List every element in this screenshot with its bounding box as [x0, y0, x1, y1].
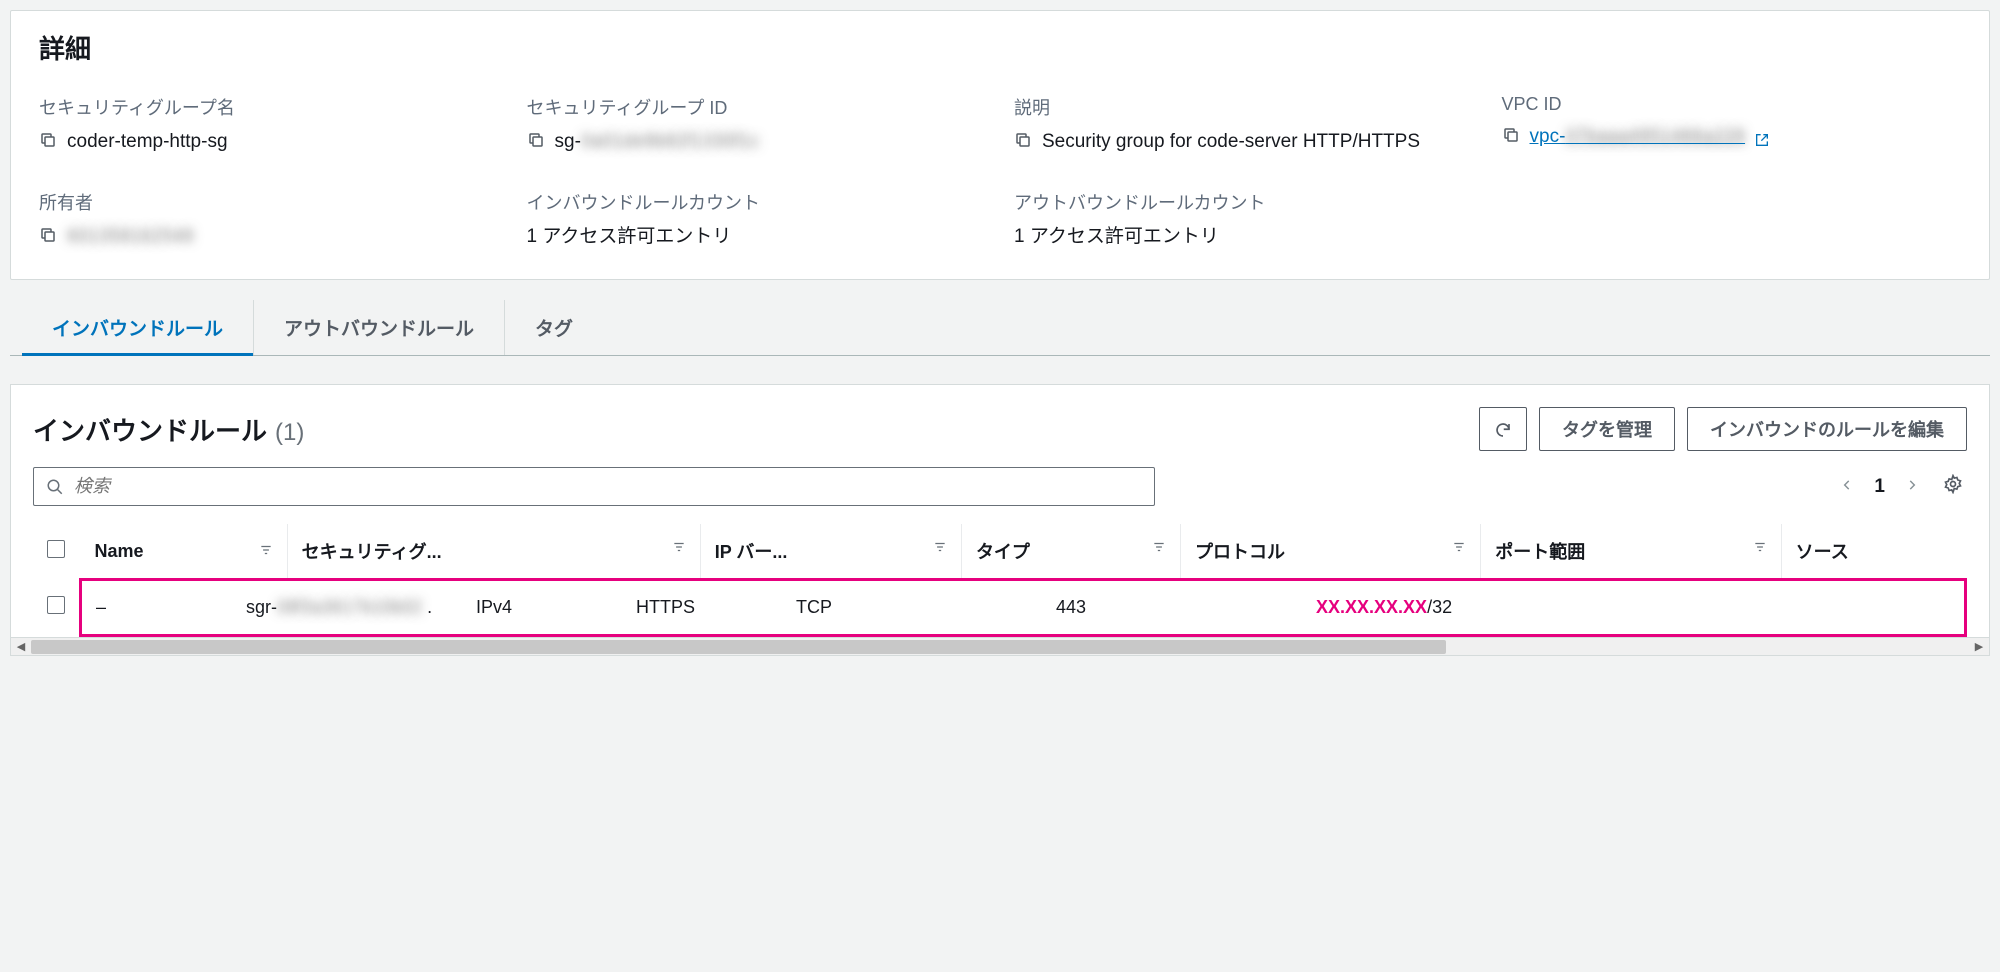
row-checkbox[interactable] — [47, 596, 65, 614]
pagination: 1 — [1836, 470, 1967, 503]
field-owner: 所有者 601358162548 — [39, 189, 499, 252]
scroll-track[interactable] — [31, 638, 1969, 656]
details-header: 詳細 — [11, 11, 1989, 76]
prev-page-button[interactable] — [1836, 472, 1858, 501]
col-ip-version[interactable]: IP バー... — [700, 524, 961, 580]
details-title: 詳細 — [39, 29, 1961, 66]
col-checkbox — [33, 524, 81, 580]
rules-header: インバウンドルール (1) タグを管理 インバウンドのルールを編集 — [33, 407, 1967, 451]
field-inbound-count: インバウンドルールカウント 1 アクセス許可エントリ — [527, 189, 987, 252]
settings-button[interactable] — [1939, 470, 1967, 503]
vpc-link[interactable]: vpc-07baaa4951466a228 — [1530, 126, 1746, 147]
details-body: セキュリティグループ名 coder-temp-http-sg セキュリティグルー… — [11, 76, 1989, 279]
sort-icon — [1753, 538, 1767, 559]
page-number: 1 — [1874, 476, 1885, 498]
sg-id-value: sg-0a01de9b82f1330f1c — [555, 128, 760, 157]
scroll-right-arrow[interactable]: ▶ — [1969, 640, 1989, 653]
cell-name: – — [82, 581, 232, 634]
chevron-right-icon — [1905, 478, 1919, 492]
col-sg-rule[interactable]: セキュリティグ... — [287, 524, 700, 580]
cell-sg-rule: sgr-08f3a3617b10b02 . — [232, 581, 462, 634]
copy-icon[interactable] — [39, 131, 57, 149]
rules-table: Name セキュリティグ... IP バー... タイプ プロトコル ポート範囲… — [33, 524, 1967, 637]
tab-tags[interactable]: タグ — [505, 300, 603, 355]
copy-icon[interactable] — [1014, 131, 1032, 149]
field-sg-id: セキュリティグループ ID sg-0a01de9b82f1330f1c — [527, 94, 987, 157]
inbound-rules-section: インバウンドルール (1) タグを管理 インバウンドのルールを編集 1 — [10, 384, 1990, 656]
sg-id-label: セキュリティグループ ID — [527, 94, 987, 120]
inbound-count-label: インバウンドルールカウント — [527, 189, 987, 215]
select-all-checkbox[interactable] — [47, 540, 65, 558]
cell-ip-version: IPv4 — [462, 581, 622, 634]
tab-outbound-rules[interactable]: アウトバウンドルール — [254, 300, 505, 355]
details-panel: 詳細 セキュリティグループ名 coder-temp-http-sg セキュリティ… — [10, 10, 1990, 280]
cell-protocol: TCP — [782, 581, 1042, 634]
field-vpc-id: VPC ID vpc-07baaa4951466a228 — [1502, 94, 1962, 157]
rules-table-wrap: Name セキュリティグ... IP バー... タイプ プロトコル ポート範囲… — [33, 524, 1967, 637]
rules-actions: タグを管理 インバウンドのルールを編集 — [1479, 407, 1967, 451]
rules-toolbar: 1 — [33, 467, 1967, 506]
field-outbound-count: アウトバウンドルールカウント 1 アクセス許可エントリ — [1014, 189, 1474, 252]
sort-icon — [1452, 538, 1466, 559]
desc-value: Security group for code-server HTTP/HTTP… — [1042, 128, 1420, 157]
field-description: 説明 Security group for code-server HTTP/H… — [1014, 94, 1474, 157]
col-protocol[interactable]: プロトコル — [1180, 524, 1480, 580]
manage-tags-button[interactable]: タグを管理 — [1539, 407, 1675, 451]
scroll-thumb[interactable] — [31, 640, 1446, 654]
rules-title: インバウンドルール — [33, 411, 267, 448]
copy-icon[interactable] — [39, 226, 57, 244]
external-link-icon — [1754, 129, 1770, 145]
refresh-button[interactable] — [1479, 407, 1527, 451]
search-input[interactable] — [74, 476, 1142, 497]
table-row[interactable]: – sgr-08f3a3617b10b02 . IPv4 HTTPS TCP 4… — [33, 580, 1966, 636]
sort-icon — [259, 541, 273, 562]
outbound-count-value: 1 アクセス許可エントリ — [1014, 223, 1219, 252]
search-icon — [46, 478, 64, 496]
col-source[interactable]: ソース — [1781, 524, 1965, 580]
owner-value: 601358162548 — [67, 223, 194, 252]
search-box[interactable] — [33, 467, 1155, 506]
cell-type: HTTPS — [622, 581, 782, 634]
rules-title-wrap: インバウンドルール (1) — [33, 411, 304, 448]
sg-name-value: coder-temp-http-sg — [67, 128, 228, 157]
vpc-id-value[interactable]: vpc-07baaa4951466a228 — [1530, 123, 1771, 152]
inbound-count-value: 1 アクセス許可エントリ — [527, 223, 732, 252]
desc-label: 説明 — [1014, 94, 1474, 120]
sg-name-label: セキュリティグループ名 — [39, 94, 499, 120]
copy-icon[interactable] — [1502, 126, 1520, 144]
edit-inbound-rules-button[interactable]: インバウンドのルールを編集 — [1687, 407, 1967, 451]
next-page-button[interactable] — [1901, 472, 1923, 501]
rules-tabs: インバウンドルール アウトバウンドルール タグ — [10, 300, 1990, 356]
rules-count: (1) — [275, 419, 304, 447]
gear-icon — [1943, 474, 1963, 494]
copy-icon[interactable] — [527, 131, 545, 149]
tab-inbound-rules[interactable]: インバウンドルール — [22, 300, 254, 355]
col-type[interactable]: タイプ — [961, 524, 1180, 580]
scroll-left-arrow[interactable]: ◀ — [11, 640, 31, 653]
horizontal-scrollbar[interactable]: ◀ ▶ — [11, 637, 1989, 655]
cell-port-range: 443 — [1042, 581, 1302, 634]
sort-icon — [672, 538, 686, 559]
chevron-left-icon — [1840, 478, 1854, 492]
owner-label: 所有者 — [39, 189, 499, 215]
refresh-icon — [1494, 421, 1512, 439]
outbound-count-label: アウトバウンドルールカウント — [1014, 189, 1474, 215]
col-port-range[interactable]: ポート範囲 — [1481, 524, 1781, 580]
col-name[interactable]: Name — [81, 524, 288, 580]
cell-source: XX.XX.XX.XX/32 — [1302, 581, 1964, 634]
sort-icon — [1152, 538, 1166, 559]
sort-icon — [933, 538, 947, 559]
vpc-label: VPC ID — [1502, 94, 1962, 115]
field-sg-name: セキュリティグループ名 coder-temp-http-sg — [39, 94, 499, 157]
